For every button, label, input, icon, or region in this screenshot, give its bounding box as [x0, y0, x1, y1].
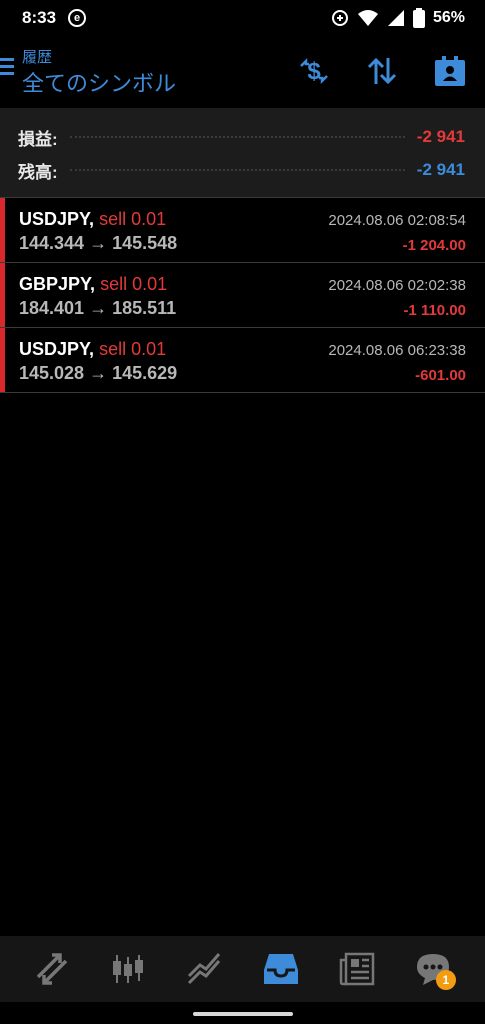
deal-profit: -1 204.00: [402, 237, 466, 254]
loss-indicator: [0, 263, 5, 327]
sort-arrows-icon[interactable]: [365, 54, 399, 88]
deal-time: 2024.08.06 02:08:54: [328, 212, 466, 229]
news-icon[interactable]: [332, 944, 382, 994]
balance-row: 残高: -2 941: [18, 155, 465, 185]
battery-icon: [412, 8, 425, 28]
profit-row: 損益: -2 941: [18, 122, 465, 152]
sync-icon: [331, 10, 348, 26]
deal-symbol: USDJPY,: [19, 209, 95, 229]
chat-badge: 1: [435, 970, 456, 990]
dollar-swap-icon[interactable]: $: [297, 54, 331, 88]
chat-icon[interactable]: 1: [408, 944, 458, 994]
loss-indicator: [0, 328, 5, 392]
dotted-leader: [69, 136, 405, 138]
trade-icon[interactable]: [179, 944, 229, 994]
battery-percent: 56%: [432, 9, 465, 26]
page-subtitle: 履歴: [22, 49, 53, 66]
gesture-bar[interactable]: [193, 1012, 293, 1016]
app-notification-icon: e: [68, 9, 87, 27]
status-time: 8:33: [22, 8, 57, 27]
deal-profit: -1 110.00: [403, 302, 466, 319]
signal-icon: [387, 10, 404, 26]
deal-prices: 144.344 → 145.548: [19, 233, 178, 253]
chart-icon[interactable]: [103, 944, 153, 994]
loss-indicator: [0, 198, 5, 262]
deal-symbol: GBPJPY,: [19, 274, 96, 294]
symbol-filter-title[interactable]: 全てのシンボル: [22, 66, 176, 98]
deal-side: sell 0.01: [99, 209, 167, 229]
deal-row[interactable]: GBPJPY, sell 0.01 184.401 → 185.511 2024…: [0, 262, 485, 328]
wifi-icon: [357, 10, 378, 26]
bottom-navigation: 1: [0, 936, 485, 1002]
summary-panel: 損益: -2 941 残高: -2 941: [0, 108, 485, 198]
quotes-icon[interactable]: [27, 944, 77, 994]
deal-prices: 145.028 → 145.629: [19, 363, 178, 383]
balance-label: 残高:: [18, 162, 58, 182]
dotted-leader: [69, 169, 405, 171]
deal-side: sell 0.01: [99, 339, 167, 359]
app-header: 履歴 全てのシンボル $: [0, 36, 485, 106]
account-id-icon[interactable]: [433, 54, 467, 88]
deals-list: USDJPY, sell 0.01 144.344 → 145.548 2024…: [0, 197, 485, 393]
deal-side: sell 0.01: [100, 274, 168, 294]
deal-profit: -601.00: [415, 367, 466, 384]
status-bar: 8:33 e 56%: [0, 0, 485, 36]
profit-value: -2 941: [416, 127, 465, 146]
menu-icon[interactable]: [0, 58, 14, 76]
balance-value: -2 941: [416, 160, 465, 179]
deal-row[interactable]: USDJPY, sell 0.01 144.344 → 145.548 2024…: [0, 197, 485, 263]
deal-prices: 184.401 → 185.511: [19, 298, 177, 318]
svg-text:$: $: [307, 58, 321, 85]
deal-row[interactable]: USDJPY, sell 0.01 145.028 → 145.629 2024…: [0, 327, 485, 393]
history-icon[interactable]: [256, 944, 306, 994]
deal-time: 2024.08.06 02:02:38: [328, 277, 466, 294]
profit-label: 損益:: [18, 129, 58, 149]
deal-symbol: USDJPY,: [19, 339, 95, 359]
deal-time: 2024.08.06 06:23:38: [328, 342, 466, 359]
